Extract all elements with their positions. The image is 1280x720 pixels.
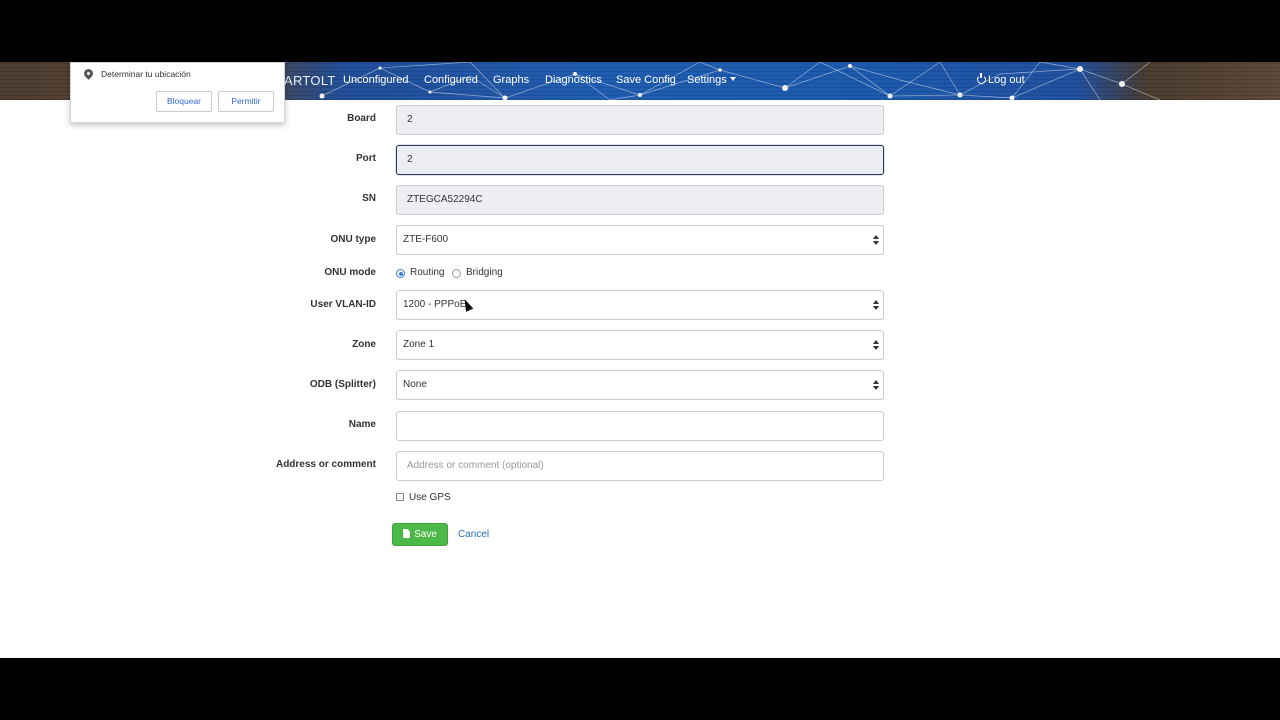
save-label: Save xyxy=(414,529,437,540)
caret-down-icon xyxy=(729,77,736,81)
onu-authorize-page: ARTOLT Unconfigured Configured Graphs Di… xyxy=(0,62,1280,658)
name-label: Name xyxy=(348,419,376,430)
onu-mode-bridging-label[interactable]: Bridging xyxy=(466,267,503,278)
zone-select[interactable]: Zone 1 xyxy=(396,330,884,360)
nav-brand[interactable]: ARTOLT xyxy=(284,73,336,88)
onu-mode-label: ONU mode xyxy=(324,267,376,278)
board-label: Board xyxy=(347,113,376,124)
onu-type-select[interactable]: ZTE-F600 xyxy=(396,225,884,255)
address-placeholder: Address or comment (optional) xyxy=(407,460,544,471)
port-label: Port xyxy=(356,153,376,164)
nav-link-configured[interactable]: Configured xyxy=(424,74,478,86)
logout-link[interactable]: Log out xyxy=(977,73,1025,86)
logout-label: Log out xyxy=(988,74,1025,86)
letterbox-bottom xyxy=(0,658,1280,720)
location-permission-popup: Determinar tu ubicación Bloquear Permiti… xyxy=(70,62,285,123)
sn-field: ZTEGCA52294C xyxy=(396,185,884,215)
board-field: 2 xyxy=(396,105,884,135)
save-button[interactable]: Save xyxy=(392,523,448,546)
allow-button[interactable]: Permitir xyxy=(218,91,274,112)
user-vlan-label: User VLAN-ID xyxy=(310,299,376,310)
document-icon xyxy=(403,529,411,538)
odb-select[interactable]: None xyxy=(396,370,884,400)
name-input[interactable] xyxy=(396,411,884,441)
odb-label: ODB (Splitter) xyxy=(309,379,376,390)
nav-link-settings[interactable]: Settings xyxy=(687,74,736,86)
nav-link-save-config[interactable]: Save Config xyxy=(616,74,676,86)
cancel-link[interactable]: Cancel xyxy=(458,529,489,540)
letterbox-top xyxy=(0,0,1280,62)
port-field[interactable]: 2 xyxy=(396,145,884,175)
sn-label: SN xyxy=(362,193,376,204)
location-permission-message: Determinar tu ubicación xyxy=(101,69,191,79)
use-gps-checkbox[interactable] xyxy=(396,493,404,501)
address-label: Address or comment xyxy=(275,459,376,470)
address-input[interactable]: Address or comment (optional) xyxy=(396,451,884,481)
onu-mode-routing-label[interactable]: Routing xyxy=(410,267,444,278)
zone-label: Zone xyxy=(352,339,376,350)
nav-link-graphs[interactable]: Graphs xyxy=(493,74,529,86)
nav-link-settings-label: Settings xyxy=(687,74,727,86)
use-gps-label[interactable]: Use GPS xyxy=(409,492,451,503)
onu-mode-bridging-radio[interactable] xyxy=(452,269,461,278)
block-button[interactable]: Bloquear xyxy=(156,91,212,112)
nav-link-unconfigured[interactable]: Unconfigured xyxy=(343,74,408,86)
onu-mode-routing-radio[interactable] xyxy=(396,269,405,278)
nav-link-diagnostics[interactable]: Diagnostics xyxy=(545,74,602,86)
location-pin-icon xyxy=(82,67,95,80)
power-icon xyxy=(977,73,986,84)
onu-type-label: ONU type xyxy=(330,234,376,245)
